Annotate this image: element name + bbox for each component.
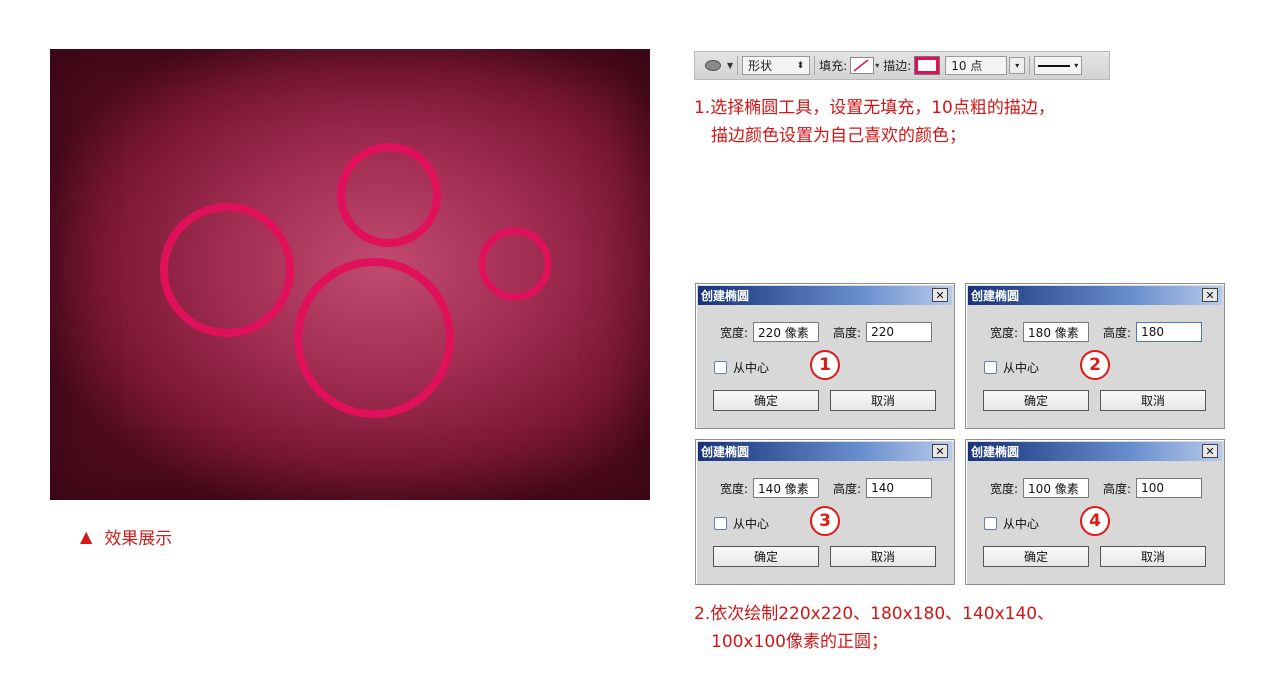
circles-drawing xyxy=(160,143,552,418)
dialog-titlebar: 创建椭圆 ✕ xyxy=(968,442,1222,461)
dialog-titlebar: 创建椭圆 ✕ xyxy=(698,286,952,305)
width-input[interactable]: 140 像素 xyxy=(753,478,820,498)
width-input[interactable]: 180 像素 xyxy=(1023,322,1090,342)
step1-instruction: 1.选择椭圆工具，设置无填充，10点粗的描边， 描边颜色设置为自己喜欢的颜色； xyxy=(694,94,1055,150)
height-input[interactable]: 140 xyxy=(866,478,933,498)
ellipse-tool-options-bar: ▼ 形状 ⬍ 填充: ▾ 描边: 10 点 ▾ ▾ xyxy=(694,51,1110,80)
circle-140 xyxy=(337,143,441,247)
dialog-title: 创建椭圆 xyxy=(971,289,1020,303)
triangle-icon: ▲ xyxy=(80,526,93,546)
ok-button[interactable]: 确定 xyxy=(713,546,819,567)
effect-caption: ▲ 效果展示 xyxy=(80,524,172,549)
dialog-titlebar: 创建椭圆 ✕ xyxy=(698,442,952,461)
step-number-badge: 1 xyxy=(810,350,840,380)
create-ellipse-dialog-4: 创建椭圆 ✕ 宽度: 100 像素 高度: 100 从中心 4 确定 取消 xyxy=(965,439,1225,585)
width-label: 宽度: xyxy=(990,325,1019,340)
step1-line1: 1.选择椭圆工具，设置无填充，10点粗的描边， xyxy=(694,98,1055,118)
from-center-row: 从中心 xyxy=(714,515,769,532)
close-icon[interactable]: ✕ xyxy=(1202,444,1218,458)
width-input[interactable]: 100 像素 xyxy=(1023,478,1090,498)
create-ellipse-dialog-2: 创建椭圆 ✕ 宽度: 180 像素 高度: 180 从中心 2 确定 取消 xyxy=(965,283,1225,429)
size-row: 宽度: 140 像素 高度: 140 xyxy=(720,478,933,498)
width-label: 宽度: xyxy=(720,481,749,496)
ok-button[interactable]: 确定 xyxy=(713,390,819,411)
size-row: 宽度: 180 像素 高度: 180 xyxy=(990,322,1203,342)
dialog-title: 创建椭圆 xyxy=(701,289,750,303)
divider xyxy=(737,56,739,75)
from-center-label: 从中心 xyxy=(733,361,770,375)
width-input[interactable]: 220 像素 xyxy=(753,322,820,342)
step-number-badge: 3 xyxy=(810,506,840,536)
height-label: 高度: xyxy=(833,325,862,340)
shape-mode-value: 形状 xyxy=(748,59,773,73)
from-center-checkbox[interactable] xyxy=(984,517,997,530)
stroke-type-select[interactable]: ▾ xyxy=(1034,56,1083,75)
chevron-down-icon: ▾ xyxy=(1074,61,1079,70)
close-icon[interactable]: ✕ xyxy=(1202,288,1218,302)
divider xyxy=(1029,56,1031,75)
width-label: 宽度: xyxy=(990,481,1019,496)
ok-button[interactable]: 确定 xyxy=(983,546,1089,567)
stroke-size-input[interactable]: 10 点 xyxy=(945,56,1008,75)
ok-button[interactable]: 确定 xyxy=(983,390,1089,411)
stroke-size-dropdown[interactable]: ▾ xyxy=(1009,57,1026,74)
close-icon[interactable]: ✕ xyxy=(932,444,948,458)
cancel-button[interactable]: 取消 xyxy=(1100,546,1206,567)
step2-line2: 100x100像素的正圆； xyxy=(711,632,888,652)
step-number-badge: 2 xyxy=(1080,350,1110,380)
cancel-button[interactable]: 取消 xyxy=(1100,390,1206,411)
cancel-button[interactable]: 取消 xyxy=(830,390,936,411)
from-center-row: 从中心 xyxy=(984,359,1039,376)
from-center-row: 从中心 xyxy=(714,359,769,376)
circle-180 xyxy=(160,203,294,337)
from-center-label: 从中心 xyxy=(1003,517,1040,531)
dialog-title: 创建椭圆 xyxy=(971,445,1020,459)
from-center-checkbox[interactable] xyxy=(984,361,997,374)
create-ellipse-dialog-1: 创建椭圆 ✕ 宽度: 220 像素 高度: 220 从中心 1 确定 取消 xyxy=(695,283,955,429)
fill-label: 填充: xyxy=(819,59,848,73)
height-input[interactable]: 100 xyxy=(1136,478,1203,498)
close-icon[interactable]: ✕ xyxy=(932,288,948,302)
height-label: 高度: xyxy=(1103,325,1132,340)
from-center-checkbox[interactable] xyxy=(714,361,727,374)
dialog-titlebar: 创建椭圆 ✕ xyxy=(968,286,1222,305)
height-label: 高度: xyxy=(1103,481,1132,496)
from-center-label: 从中心 xyxy=(733,517,770,531)
height-label: 高度: xyxy=(833,481,862,496)
step2-line1: 2.依次绘制220x220、180x180、140x140、 xyxy=(694,604,1055,624)
from-center-checkbox[interactable] xyxy=(714,517,727,530)
size-row: 宽度: 100 像素 高度: 100 xyxy=(990,478,1203,498)
updown-icon: ⬍ xyxy=(796,60,805,71)
step1-line2: 描边颜色设置为自己喜欢的颜色； xyxy=(711,126,966,146)
create-ellipse-dialog-3: 创建椭圆 ✕ 宽度: 140 像素 高度: 140 从中心 3 确定 取消 xyxy=(695,439,955,585)
ellipse-tool-icon[interactable] xyxy=(705,60,721,71)
chevron-down-icon[interactable]: ▼ xyxy=(727,61,733,70)
width-label: 宽度: xyxy=(720,325,749,340)
from-center-row: 从中心 xyxy=(984,515,1039,532)
chevron-down-icon[interactable]: ▾ xyxy=(875,61,879,70)
cancel-button[interactable]: 取消 xyxy=(830,546,936,567)
effect-preview-canvas xyxy=(50,49,650,500)
size-row: 宽度: 220 像素 高度: 220 xyxy=(720,322,933,342)
step-number-badge: 4 xyxy=(1080,506,1110,536)
step2-instruction: 2.依次绘制220x220、180x180、140x140、 100x100像素… xyxy=(694,600,1054,656)
stroke-size-value: 10 点 xyxy=(951,59,983,73)
stroke-label: 描边: xyxy=(883,59,912,73)
stroke-color-swatch[interactable] xyxy=(914,56,941,75)
solid-line-icon xyxy=(1038,64,1071,67)
dialog-title: 创建椭圆 xyxy=(701,445,750,459)
divider xyxy=(814,56,816,75)
circle-220 xyxy=(294,258,454,418)
from-center-label: 从中心 xyxy=(1003,361,1040,375)
height-input[interactable]: 180 xyxy=(1136,322,1203,342)
no-fill-icon xyxy=(853,59,869,72)
caption-text: 效果展示 xyxy=(104,529,173,549)
fill-none-swatch[interactable] xyxy=(850,57,875,74)
shape-mode-select[interactable]: 形状 ⬍ xyxy=(742,56,811,75)
circle-100 xyxy=(478,227,552,301)
height-input[interactable]: 220 xyxy=(866,322,933,342)
